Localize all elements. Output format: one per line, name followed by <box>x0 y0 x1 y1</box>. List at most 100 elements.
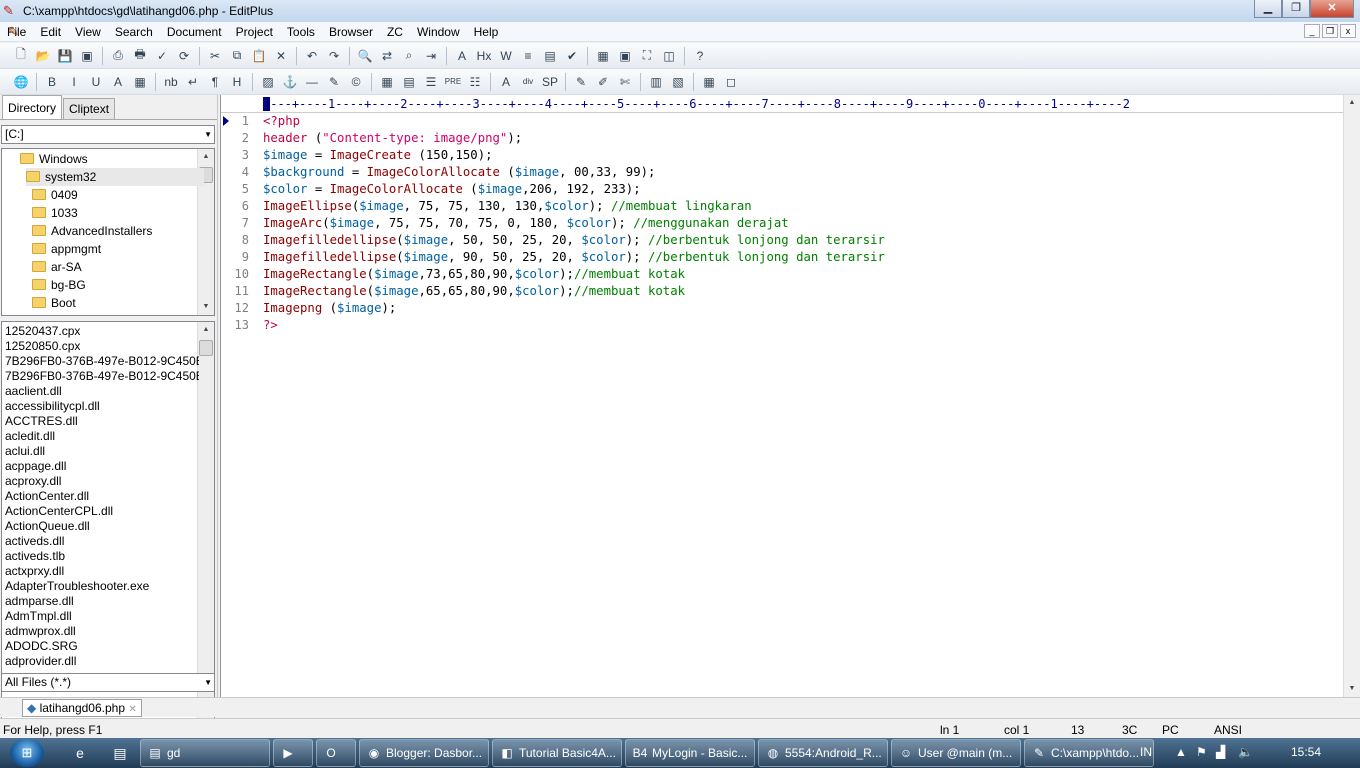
volume-icon[interactable]: 🔈 <box>1238 745 1253 759</box>
menu-search[interactable]: Search <box>108 22 160 42</box>
scroll-up-icon[interactable]: ▲ <box>198 322 214 338</box>
code-line[interactable]: $color = ImageColorAllocate ($image,206,… <box>263 181 1343 198</box>
div-icon[interactable]: div <box>517 72 539 92</box>
file-item[interactable]: aclui.dll <box>5 444 199 459</box>
line-number-icon[interactable]: ≡ <box>517 46 539 66</box>
center-icon[interactable]: ☰ <box>420 72 442 92</box>
maximize-button[interactable]: ❐ <box>1282 0 1310 18</box>
menu-zc[interactable]: ZC <box>380 22 410 42</box>
file-item[interactable]: adprovider.dll <box>5 654 199 669</box>
file-item[interactable]: ActionCenter.dll <box>5 489 199 504</box>
file-item[interactable]: ADODC.SRG <box>5 639 199 654</box>
menu-document[interactable]: Document <box>160 22 229 42</box>
file-item[interactable]: ActionCenterCPL.dll <box>5 504 199 519</box>
scroll-down-icon[interactable]: ▼ <box>1344 681 1360 697</box>
scroll-up-icon[interactable]: ▲ <box>198 149 214 165</box>
output-window-icon[interactable]: ▣ <box>614 46 636 66</box>
code-line[interactable]: Imagefilledellipse($image, 50, 50, 25, 2… <box>263 232 1343 249</box>
redo-icon[interactable]: ↷ <box>323 46 345 66</box>
file-item[interactable]: ActionQueue.dll <box>5 519 199 534</box>
form-icon[interactable]: ▤ <box>398 72 420 92</box>
show-hidden-icons-icon[interactable]: ▲ <box>1175 745 1187 759</box>
edit-icon[interactable]: ✎ <box>570 72 592 92</box>
file-item[interactable]: accessibilitycpl.dll <box>5 399 199 414</box>
save-all-icon[interactable]: ▣ <box>76 46 98 66</box>
code-line[interactable]: Imagepng ($image); <box>263 300 1343 317</box>
frame-icon[interactable]: ▥ <box>645 72 667 92</box>
list-icon[interactable]: ☷ <box>464 72 486 92</box>
file-item[interactable]: acledit.dll <box>5 429 199 444</box>
globe-icon[interactable]: 🌐 <box>10 72 32 92</box>
code-line[interactable]: Imagefilledellipse($image, 90, 50, 25, 2… <box>263 249 1343 266</box>
file-item[interactable]: admparse.dll <box>5 594 199 609</box>
color-grid-icon[interactable]: ▦ <box>129 72 151 92</box>
window-icon[interactable]: ◻ <box>720 72 742 92</box>
file-item[interactable]: activeds.dll <box>5 534 199 549</box>
delete-icon[interactable]: ✕ <box>270 46 292 66</box>
action-center-icon[interactable]: ⚑ <box>1196 745 1207 759</box>
file-item[interactable]: 12520850.cpx <box>5 339 199 354</box>
save-icon[interactable]: 💾 <box>54 46 76 66</box>
mdi-close-button[interactable]: x <box>1340 24 1356 38</box>
menu-edit[interactable]: Edit <box>33 22 68 42</box>
task-android[interactable]: ◍ 5554:Android_R... <box>758 739 888 767</box>
hr-icon[interactable]: — <box>301 72 323 92</box>
line-break-icon[interactable]: ↵ <box>182 72 204 92</box>
menu-project[interactable]: Project <box>229 22 280 42</box>
new-file-icon[interactable]: 🗋 <box>10 46 32 66</box>
replace-icon[interactable]: ⇄ <box>376 46 398 66</box>
mdi-minimize-button[interactable]: _ <box>1304 24 1320 38</box>
file-item[interactable]: acppage.dll <box>5 459 199 474</box>
anchor-icon[interactable]: ⚓ <box>279 72 301 92</box>
undo-icon[interactable]: ↶ <box>301 46 323 66</box>
italic-icon[interactable]: I <box>63 72 85 92</box>
code-line[interactable]: ImageRectangle($image,65,65,80,90,$color… <box>263 283 1343 300</box>
refresh-icon[interactable]: ⟳ <box>173 46 195 66</box>
ie-icon[interactable]: e <box>60 739 100 767</box>
code-line[interactable]: ImageRectangle($image,73,65,80,90,$color… <box>263 266 1343 283</box>
spell-check-icon[interactable]: ✓ <box>151 46 173 66</box>
menu-help[interactable]: Help <box>467 22 506 42</box>
file-filter-select[interactable]: All Files (*.*) ▼ <box>1 673 215 692</box>
browser-icon[interactable]: ◫ <box>658 46 680 66</box>
paste-icon[interactable]: 📋 <box>248 46 270 66</box>
goto-icon[interactable]: ⇥ <box>420 46 442 66</box>
code-line[interactable]: ImageEllipse($image, 75, 75, 130, 130,$c… <box>263 198 1343 215</box>
file-item[interactable]: aaclient.dll <box>5 384 199 399</box>
code-line[interactable]: $background = ImageColorAllocate ($image… <box>263 164 1343 181</box>
clock[interactable]: 15:54 <box>1291 745 1321 759</box>
task-blogger[interactable]: ◉ Blogger: Dasbor... <box>359 739 489 767</box>
document-tab[interactable]: ◆ latihangd06.php ✕ <box>22 698 142 717</box>
file-item[interactable]: 7B296FB0-376B-497e-B012-9C450E1B <box>5 354 199 369</box>
mdi-restore-button[interactable]: ❐ <box>1322 24 1338 38</box>
file-item[interactable]: 7B296FB0-376B-497e-B012-9C450E1B <box>5 369 199 384</box>
folder-item[interactable]: AdvancedInstallers <box>32 222 152 240</box>
directory-window-icon[interactable]: ▦ <box>592 46 614 66</box>
folder-item[interactable]: Boot <box>32 294 76 312</box>
panel-icon[interactable]: ▧ <box>667 72 689 92</box>
file-item[interactable]: admwprox.dll <box>5 624 199 639</box>
highlight-icon[interactable]: ✎ <box>323 72 345 92</box>
scissors-icon[interactable]: ✄ <box>614 72 636 92</box>
folder-item[interactable]: appmgmt <box>32 240 101 258</box>
scroll-down-icon[interactable]: ▼ <box>198 299 214 315</box>
code-text[interactable]: <?php header ("Content-type: image/png");… <box>263 113 1343 334</box>
heading-icon[interactable]: H <box>226 72 248 92</box>
explorer-icon[interactable]: ▤ <box>100 739 140 767</box>
close-button[interactable]: ✕ <box>1310 0 1354 18</box>
folder-item[interactable]: bg-BG <box>32 276 86 294</box>
start-button[interactable]: ⊞ <box>10 739 44 767</box>
file-item[interactable]: activeds.tlb <box>5 549 199 564</box>
font-icon[interactable]: A <box>451 46 473 66</box>
check-icon[interactable]: ✔ <box>561 46 583 66</box>
task-tutorial[interactable]: ◧ Tutorial Basic4A... <box>492 739 622 767</box>
tab-directory[interactable]: Directory <box>2 95 63 119</box>
task-user[interactable]: ☺ User @main (m... <box>891 739 1021 767</box>
image-icon[interactable]: ▨ <box>257 72 279 92</box>
cut-icon[interactable]: ✂ <box>204 46 226 66</box>
network-icon[interactable]: ▟ <box>1216 745 1225 759</box>
drive-select[interactable]: [C:] ▼ <box>1 125 215 144</box>
file-item[interactable]: actxprxy.dll <box>5 564 199 579</box>
folder-item[interactable]: ar-SA <box>32 258 82 276</box>
print-icon[interactable]: 🖶 <box>129 46 151 66</box>
